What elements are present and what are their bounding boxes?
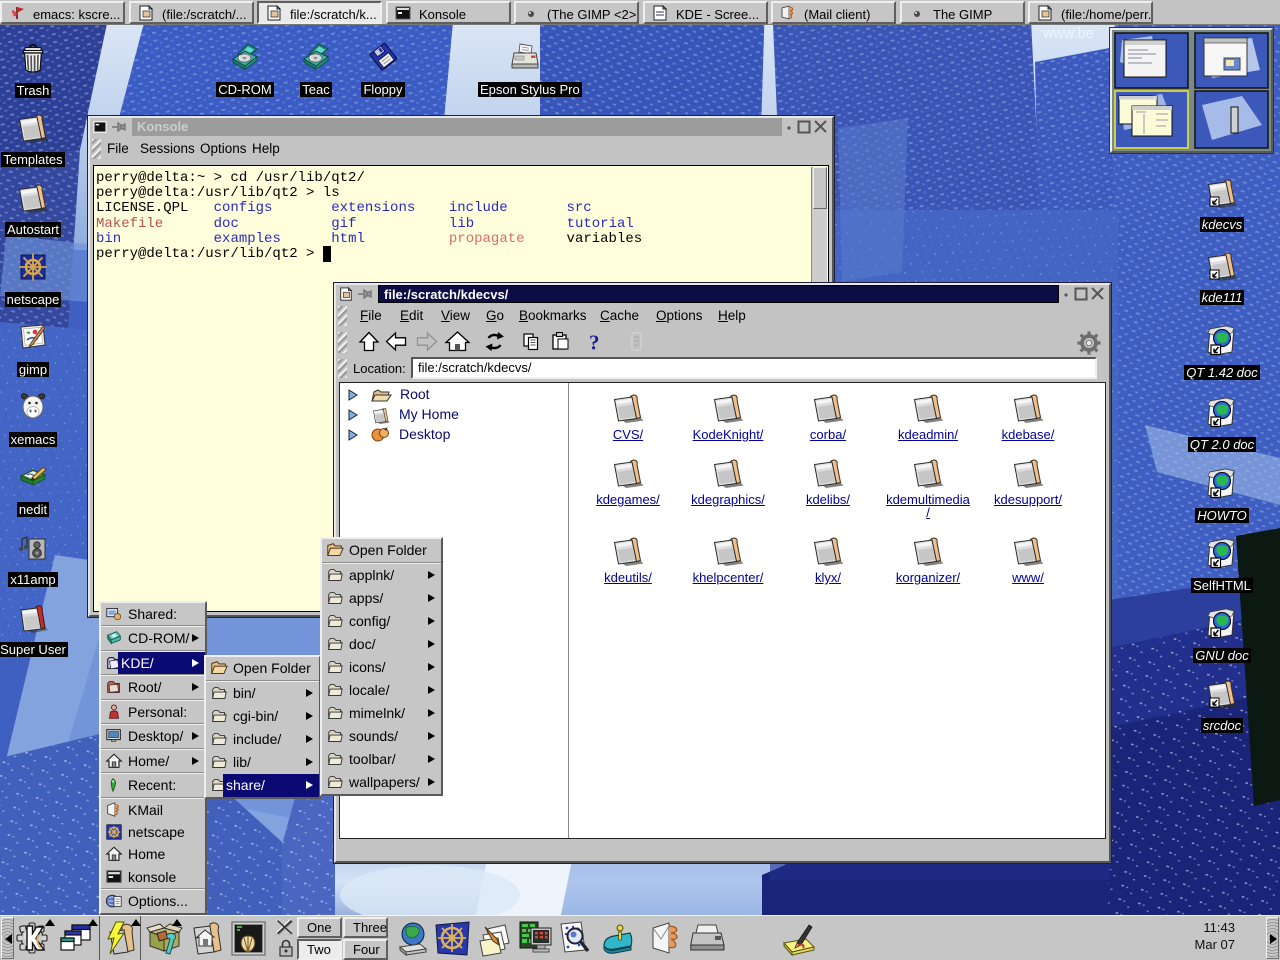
svg-text:?: ? bbox=[589, 330, 600, 354]
svg-text:www.be: www.be bbox=[1042, 26, 1094, 42]
